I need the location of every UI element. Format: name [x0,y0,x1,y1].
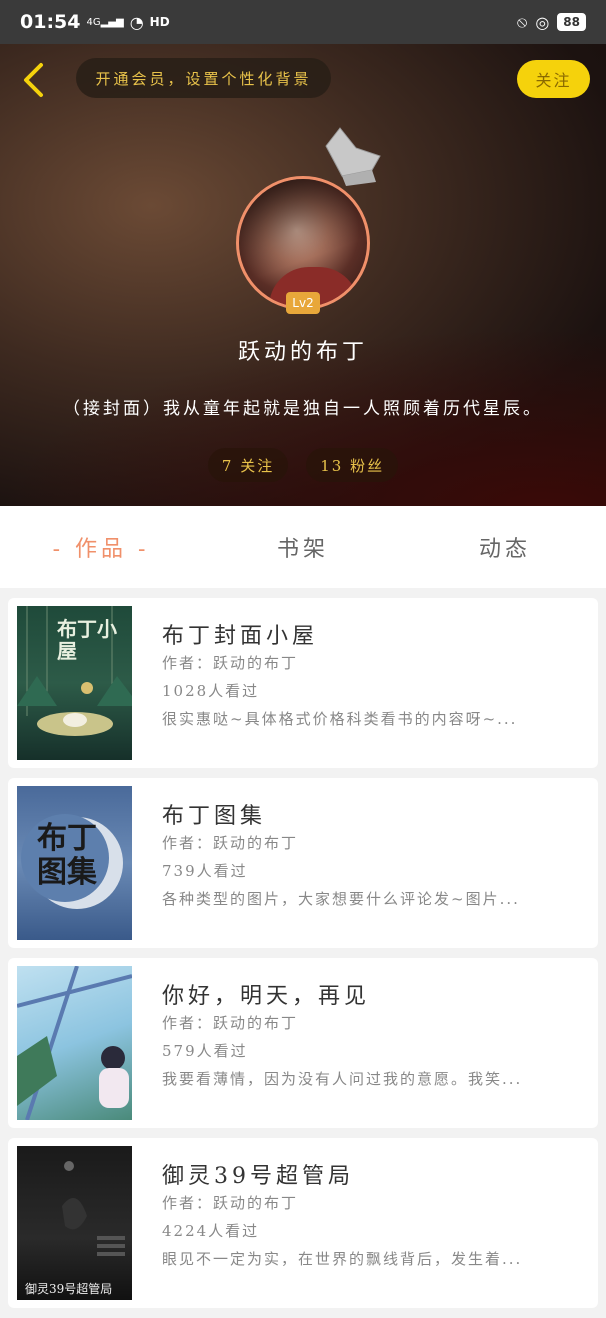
hd-label: HD [149,15,170,29]
user-bio: （接封面）我从童年起就是独自一人照顾着历代星辰。 [63,399,543,419]
cover-title: 布丁小屋 [57,617,117,663]
cover-art [17,966,132,1120]
avatar[interactable] [236,176,370,310]
work-author: 作者：跃动的布丁 [162,1194,299,1212]
tab-bookshelf[interactable]: 书架 [202,531,404,563]
profile-header: 开通会员，设置个性化背景 关注 Lv2 跃动的布丁 （接封面）我从童年起就是独自… [0,44,606,506]
fans-count[interactable]: 13 粉丝 [306,448,399,482]
level-badge: Lv2 [286,292,320,314]
list-item[interactable]: 布丁图集 布丁图集 作者：跃动的布丁 739人看过 各种类型的图片，大家想要什么… [8,778,598,948]
follow-button[interactable]: 关注 [517,60,590,98]
battery-icon: 88 [557,13,586,31]
chevron-left-icon [24,63,43,97]
works-list: 布丁小屋 布丁封面小屋 作者：跃动的布丁 1028人看过 很实惠哒~具体格式价格… [8,598,598,1318]
list-item[interactable]: 御灵39号超管局 御灵39号超管局 作者：跃动的布丁 4224人看过 眼见不一定… [8,1138,598,1308]
tab-works[interactable]: - 作品 - [0,531,202,563]
work-description: 我要看薄情，因为没有人问过我的意愿。我笑... [162,1070,523,1088]
list-item[interactable]: 你好，明天，再见 作者：跃动的布丁 579人看过 我要看薄情，因为没有人问过我的… [8,958,598,1128]
work-views: 579人看过 [162,1042,248,1060]
wifi-icon: ◔ [129,12,144,32]
work-description: 眼见不一定为实，在世界的飘线背后，发生着... [162,1250,523,1268]
status-bar: 01:54 4G▂▄▆ ◔ HD ⦸ ◎ 88 [0,0,606,44]
work-views: 739人看过 [162,862,248,880]
work-title[interactable]: 你好，明天，再见 [162,978,370,1010]
work-author: 作者：跃动的布丁 [162,654,299,672]
book-cover: 布丁小屋 [17,606,132,760]
work-author: 作者：跃动的布丁 [162,834,299,852]
crown-icon [325,127,381,186]
status-time: 01:54 [20,11,81,33]
list-item[interactable]: 布丁小屋 布丁封面小屋 作者：跃动的布丁 1028人看过 很实惠哒~具体格式价格… [8,598,598,768]
work-title[interactable]: 布丁图集 [162,798,266,830]
work-title[interactable]: 布丁封面小屋 [162,618,318,650]
work-views: 4224人看过 [162,1222,260,1240]
work-description: 各种类型的图片，大家想要什么评论发~图片... [162,890,520,908]
stats-row: 7 关注 13 粉丝 [0,448,606,482]
username: 跃动的布丁 [237,340,368,365]
signal-icon: 4G▂▄▆ [86,16,124,28]
following-count[interactable]: 7 关注 [207,448,289,482]
work-description: 很实惠哒~具体格式价格科类看书的内容呀~... [162,710,518,728]
cover-title: 御灵39号超管局 [25,1282,113,1296]
tab-bar: - 作品 - 书架 动态 [0,506,606,588]
vip-banner[interactable]: 开通会员，设置个性化背景 [76,58,331,98]
work-title[interactable]: 御灵39号超管局 [162,1158,354,1190]
tab-activity[interactable]: 动态 [404,531,606,563]
work-views: 1028人看过 [162,682,260,700]
cover-art [62,1161,125,1256]
book-cover: 布丁图集 [17,786,132,940]
back-button[interactable] [18,60,48,100]
alarm-icon: ◎ [535,12,550,32]
book-cover: 御灵39号超管局 [17,1146,132,1300]
cover-title: 布丁图集 [37,821,97,890]
work-author: 作者：跃动的布丁 [162,1014,299,1032]
vibrate-icon: ⦸ [516,12,528,31]
book-cover [17,966,132,1120]
